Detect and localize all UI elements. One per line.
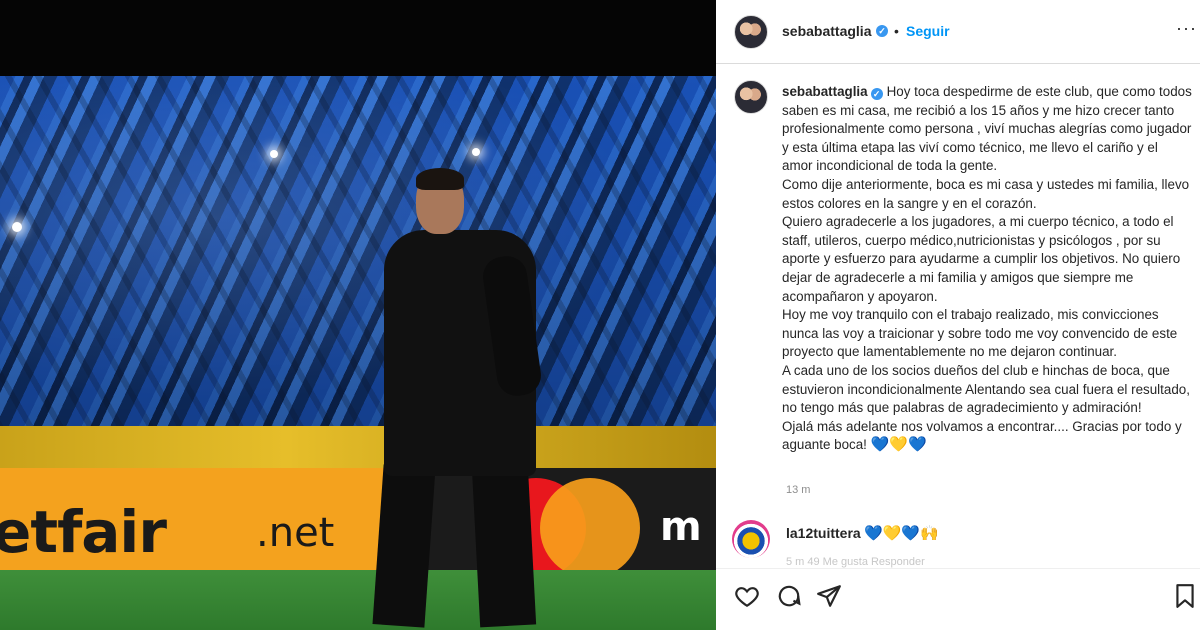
heart-outline-icon[interactable] bbox=[734, 583, 760, 609]
yellow-heart-icon: 💛 bbox=[889, 436, 908, 454]
stadium-light bbox=[270, 150, 278, 158]
blue-heart-icon: 💙 bbox=[908, 436, 927, 454]
commenter-username[interactable]: la12tuittera bbox=[786, 525, 861, 541]
caption-text: Ojalá más adelante nos volvamos a encont… bbox=[782, 418, 1182, 453]
ad-board-text: etfair bbox=[0, 498, 167, 566]
speech-bubble-icon[interactable] bbox=[776, 583, 802, 609]
commenter-avatar[interactable] bbox=[732, 520, 770, 558]
coach-leg bbox=[471, 464, 537, 628]
coach-hair bbox=[416, 168, 464, 190]
photo-top-letterbox bbox=[0, 0, 716, 76]
post-photo[interactable]: etfair .net m bbox=[0, 0, 716, 630]
post-header: sebabattaglia ✓ • Seguir ··· bbox=[716, 0, 1200, 64]
football-pitch bbox=[0, 570, 716, 630]
stadium-crowd-background bbox=[0, 76, 716, 432]
post-caption: sebabattaglia ✓ Hoy toca despedirme de est… bbox=[782, 83, 1192, 455]
caption-paragraph: Hoy me voy tranquilo con el trabajo real… bbox=[782, 307, 1178, 360]
caption-paragraph: A cada uno de los socios dueños del club… bbox=[782, 362, 1190, 416]
caption-username[interactable]: sebabattaglia bbox=[782, 84, 868, 99]
follow-button[interactable]: Seguir bbox=[906, 23, 950, 39]
verified-badge-icon: ✓ bbox=[870, 88, 883, 100]
caption-author-avatar[interactable] bbox=[734, 80, 768, 114]
mastercard-logo-orange-circle bbox=[540, 478, 640, 578]
author-username[interactable]: sebabattaglia bbox=[782, 23, 871, 39]
coach-figure bbox=[370, 166, 544, 630]
coach-leg bbox=[372, 464, 436, 628]
caption-paragraph: Ojalá más adelante nos volvamos a encont… bbox=[782, 418, 1192, 455]
ad-board-right-text: m bbox=[660, 504, 702, 550]
post-timestamp: 13 m bbox=[786, 484, 811, 496]
ad-board-suffix: .net bbox=[256, 510, 335, 556]
bookmark-icon[interactable] bbox=[1172, 583, 1198, 609]
post-action-bar bbox=[716, 568, 1200, 630]
caption-paragraph: Como dije anteriormente, boca es mi casa… bbox=[782, 176, 1190, 211]
author-avatar[interactable] bbox=[734, 15, 768, 49]
yellow-barrier-band bbox=[0, 426, 716, 468]
post-side-panel: sebabattaglia ✓ • Seguir ··· sebabattagl… bbox=[716, 0, 1200, 630]
stadium-light bbox=[472, 148, 480, 156]
header-separator: • bbox=[894, 23, 899, 39]
stadium-light bbox=[12, 222, 22, 232]
comment-text: 💙💛💙🙌 bbox=[864, 525, 939, 542]
comment-meta: 5 m 49 Me gusta Responder bbox=[786, 556, 925, 568]
caption-paragraph: sebabattaglia ✓ Hoy toca despedirme de est… bbox=[782, 83, 1192, 176]
caption-paragraph: Quiero agradecerle a los jugadores, a mi… bbox=[782, 214, 1181, 304]
ellipsis-icon[interactable]: ··· bbox=[1176, 18, 1197, 39]
caption-hearts: 💙💛💙 bbox=[871, 436, 927, 455]
verified-badge-icon: ✓ bbox=[876, 25, 888, 37]
blue-heart-icon: 💙 bbox=[870, 436, 890, 454]
paper-plane-icon[interactable] bbox=[816, 583, 842, 609]
